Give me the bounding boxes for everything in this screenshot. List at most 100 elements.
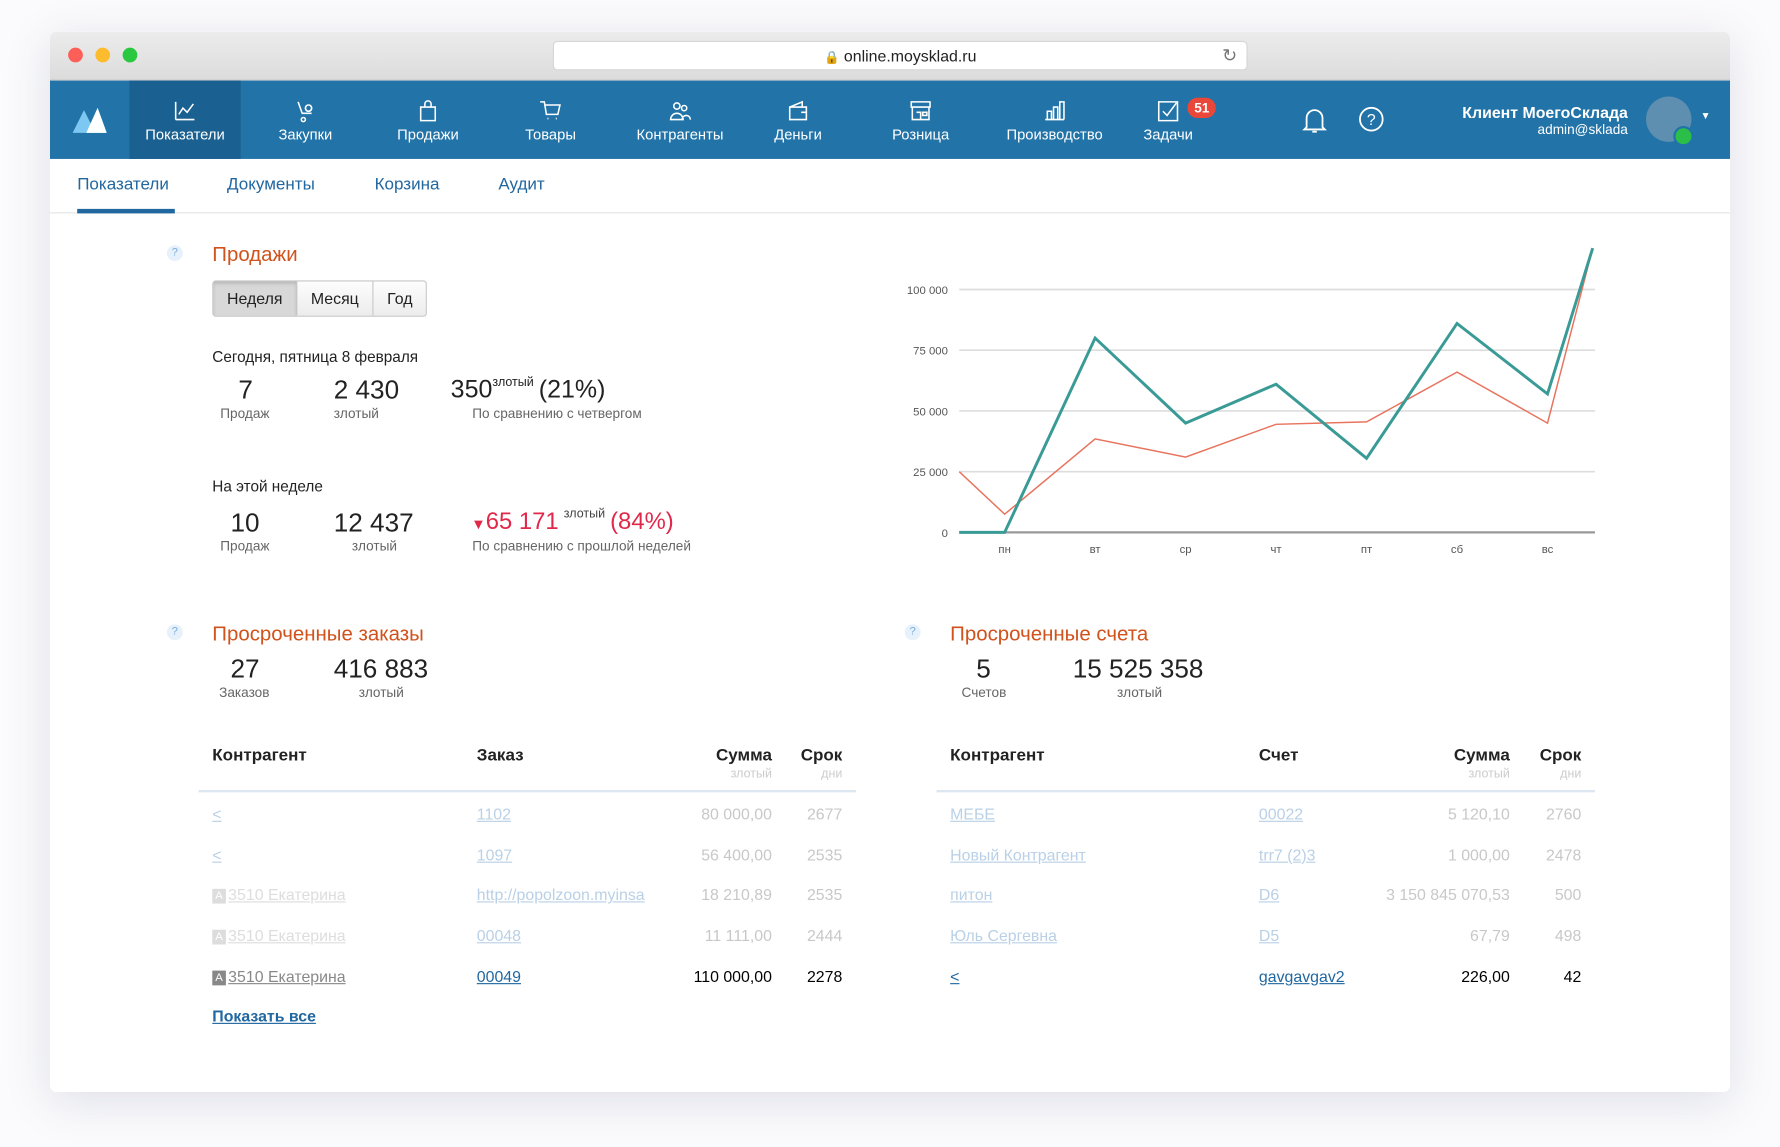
invoices-title: Просроченные счета	[950, 622, 1148, 646]
agent-link[interactable]: 3510 Екатерина	[228, 926, 345, 944]
help-icon[interactable]: ?	[1358, 106, 1385, 139]
nav-item-5[interactable]: Деньги	[747, 81, 849, 159]
week-sum-label: злотый	[352, 538, 397, 554]
reload-icon[interactable]: ↻	[1222, 42, 1237, 70]
url-text: online.moysklad.ru	[844, 47, 977, 65]
col-header-days[interactable]: Срок	[774, 746, 842, 765]
nav-item-6[interactable]: Розница	[870, 81, 972, 159]
col-header-doc[interactable]: Счет	[1259, 746, 1299, 765]
browser-window: 🔒 online.moysklad.ru ↻ Показатели Закупки П…	[50, 32, 1730, 1092]
sum-cell: 67,79	[1328, 926, 1510, 944]
bell-icon[interactable]	[1301, 106, 1328, 141]
col-header-doc[interactable]: Заказ	[477, 746, 524, 765]
today-count-label: Продаж	[220, 405, 269, 421]
agent-link[interactable]: <	[212, 805, 221, 823]
orders-title: Просроченные заказы	[212, 622, 424, 646]
x-tick-label: чт	[1271, 544, 1282, 556]
nav-item-7[interactable]: Производство	[992, 81, 1117, 159]
wallet-icon	[784, 99, 811, 124]
sum-cell: 226,00	[1328, 967, 1510, 985]
week-diff-label: По сравнению с прошлой неделей	[472, 538, 691, 554]
doc-link[interactable]: 1097	[477, 845, 512, 863]
help-icon[interactable]: ?	[167, 245, 183, 261]
doc-link[interactable]: D5	[1259, 926, 1279, 944]
period-year-button[interactable]: Год	[374, 282, 427, 316]
show-all-link[interactable]: Показать все	[212, 1007, 316, 1025]
orders-sum: 416 883	[334, 654, 428, 685]
table-row: <	[212, 845, 221, 863]
nav-item-3[interactable]: Товары	[499, 81, 601, 159]
week-diff-unit: злотый	[564, 507, 605, 521]
lock-icon: 🔒	[824, 51, 840, 65]
col-header-agent[interactable]: Контрагент	[212, 746, 306, 765]
agent-link[interactable]: Новый Контрагент	[950, 845, 1086, 863]
user-info[interactable]: Клиент МоегоСклада admin@sklada	[1462, 103, 1628, 137]
tab-audit[interactable]: Аудит	[498, 175, 544, 194]
agent-link[interactable]: питон	[950, 886, 992, 904]
agent-link[interactable]: 3510 Екатерина	[228, 886, 345, 904]
avatar[interactable]	[1646, 96, 1691, 141]
week-count: 10	[230, 507, 259, 538]
days-cell: 2535	[774, 886, 842, 904]
tab-trash[interactable]: Корзина	[375, 175, 440, 194]
sum-cell: 18 210,89	[590, 886, 772, 904]
orders-count: 27	[230, 654, 259, 685]
days-cell: 2444	[774, 926, 842, 944]
y-tick-label: 75 000	[913, 346, 948, 358]
svg-text:?: ?	[1367, 112, 1376, 129]
doc-link[interactable]: 00048	[477, 926, 521, 944]
minimize-window-button[interactable]	[95, 48, 110, 63]
nav-item-8[interactable]: Задачи	[1117, 81, 1219, 159]
sum-cell: 5 120,10	[1328, 805, 1510, 823]
col-header-agent[interactable]: Контрагент	[950, 746, 1044, 765]
col-header-sum[interactable]: Сумма	[681, 746, 772, 765]
help-icon[interactable]: ?	[905, 624, 921, 640]
title-bar: 🔒 online.moysklad.ru ↻	[50, 32, 1730, 81]
maximize-window-button[interactable]	[123, 48, 138, 63]
moysklad-logo[interactable]	[70, 103, 109, 140]
sub-nav: Показатели Документы Корзина Аудит	[50, 159, 1730, 213]
week-heading: На этой неделе	[212, 478, 323, 495]
nav-item-2[interactable]: Продажи	[377, 81, 479, 159]
doc-link[interactable]: 1102	[477, 805, 511, 823]
period-month-button[interactable]: Месяц	[297, 282, 373, 316]
address-bar[interactable]: 🔒 online.moysklad.ru ↻	[553, 41, 1248, 71]
nav-item-0[interactable]: Показатели	[129, 81, 240, 159]
user-login: admin@sklada	[1462, 121, 1628, 137]
close-window-button[interactable]	[68, 48, 83, 63]
days-cell: 500	[1513, 886, 1581, 904]
tab-indicators[interactable]: Показатели	[77, 175, 169, 194]
today-heading: Сегодня, пятница 8 февраля	[212, 349, 418, 366]
store-icon	[907, 99, 934, 124]
user-name: Клиент МоегоСклада	[1462, 103, 1628, 121]
agent-link[interactable]: Юль Сергевна	[950, 926, 1057, 944]
doc-link[interactable]: 00022	[1259, 805, 1303, 823]
nav-item-1[interactable]: Закупки	[254, 81, 356, 159]
days-cell: 2535	[774, 845, 842, 863]
agent-link[interactable]: <	[212, 845, 221, 863]
today-diff: 350злотый (21%)	[451, 375, 606, 405]
tab-documents[interactable]: Документы	[227, 175, 315, 194]
nav-item-label: Закупки	[254, 126, 356, 143]
days-cell: 2278	[774, 967, 842, 985]
doc-link[interactable]: D6	[1259, 886, 1279, 904]
col-header-sum[interactable]: Сумма	[1419, 746, 1510, 765]
period-week-button[interactable]: Неделя	[213, 282, 297, 316]
agent-link[interactable]: 3510 Екатерина	[228, 967, 345, 985]
agent-link[interactable]: <	[950, 967, 959, 985]
col-header-days[interactable]: Срок	[1513, 746, 1581, 765]
nav-item-label: Задачи	[1117, 126, 1219, 143]
nav-item-4[interactable]: Контрагенты	[623, 81, 737, 159]
help-icon[interactable]: ?	[167, 624, 183, 640]
col-sub-days: дни	[774, 767, 842, 781]
week-diff-pct: (84%)	[610, 509, 674, 535]
week-sum: 12 437	[334, 507, 414, 538]
cart-icon	[537, 99, 564, 124]
sum-cell: 11 111,00	[590, 926, 772, 944]
agent-link[interactable]: МЕБЕ	[950, 805, 995, 823]
chevron-down-icon[interactable]: ▼	[1701, 110, 1711, 121]
doc-link[interactable]: 00049	[477, 967, 521, 985]
y-tick-label: 50 000	[913, 406, 948, 418]
week-diff: ▼65 171 злотый (84%)	[471, 507, 674, 535]
doc-link[interactable]: trr7 (2)3	[1259, 845, 1316, 863]
